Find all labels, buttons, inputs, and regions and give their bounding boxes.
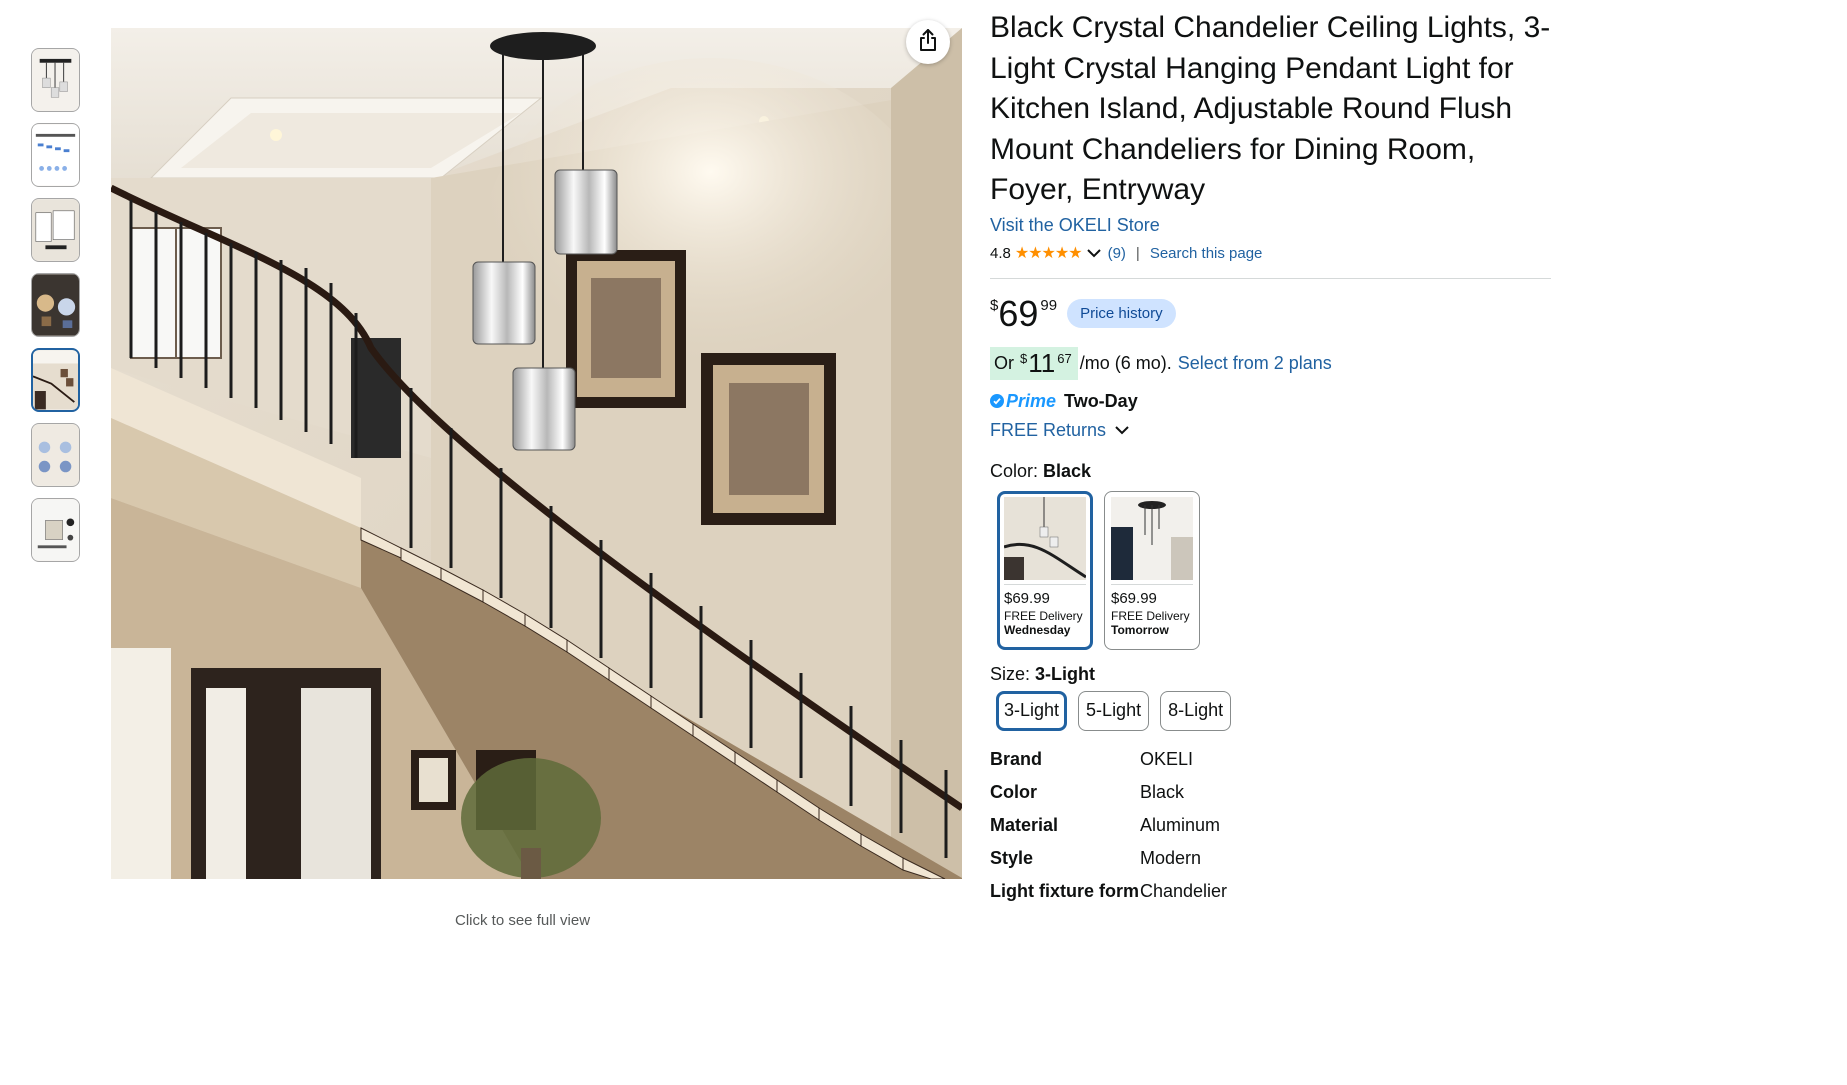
select-plans-link[interactable]: Select from 2 plans bbox=[1178, 353, 1332, 374]
swatch-divider bbox=[1004, 583, 1086, 585]
installment-or: Or bbox=[994, 352, 1014, 373]
rating-row: 4.8 ★★★★★ (9) | Search this page bbox=[990, 243, 1551, 279]
chevron-down-icon[interactable] bbox=[1086, 245, 1102, 262]
color-selected: Black bbox=[1043, 460, 1092, 481]
installment-fraction: 67 bbox=[1057, 350, 1072, 366]
free-returns-link[interactable]: FREE Returns bbox=[990, 420, 1551, 441]
spec-key: Light fixture form bbox=[990, 880, 1139, 901]
prime-label: Prime bbox=[1006, 390, 1057, 411]
check-icon bbox=[990, 394, 1004, 409]
spec-row-style: Style Modern bbox=[990, 847, 1551, 870]
color-swatches: $69.99 FREE Delivery Wednesday $69.99 FR… bbox=[990, 490, 1551, 650]
spec-value: Chandelier bbox=[1140, 880, 1228, 901]
spec-key: Material bbox=[990, 814, 1059, 835]
store-link[interactable]: Visit the OKELI Store bbox=[990, 215, 1551, 236]
spec-row-material: Material Aluminum bbox=[990, 814, 1551, 837]
divider: | bbox=[1135, 244, 1140, 262]
installment-highlight: Or $ 11 67 bbox=[990, 346, 1078, 380]
swatch-image bbox=[1004, 496, 1086, 580]
thumbnail-7[interactable] bbox=[31, 498, 80, 562]
price-symbol: $ bbox=[990, 296, 999, 314]
main-product-image[interactable] bbox=[111, 28, 962, 879]
thumbnail-2[interactable] bbox=[31, 123, 80, 187]
price-history-button[interactable]: Price history bbox=[1067, 299, 1176, 329]
thumbnail-1[interactable] bbox=[31, 48, 80, 112]
search-page-link[interactable]: Search this page bbox=[1150, 245, 1263, 262]
free-returns-label: FREE Returns bbox=[990, 419, 1107, 440]
spec-value: OKELI bbox=[1140, 748, 1194, 769]
prime-badge: Prime bbox=[990, 391, 1056, 412]
size-label: Size: bbox=[990, 663, 1031, 684]
spec-value: Black bbox=[1140, 781, 1185, 802]
spec-row-color: Color Black bbox=[990, 781, 1551, 804]
spec-key: Brand bbox=[990, 748, 1043, 769]
size-option-3-light[interactable]: 3-Light bbox=[996, 690, 1068, 731]
installment-term: /mo (6 mo). bbox=[1079, 352, 1172, 373]
thumbnail-strip bbox=[31, 48, 81, 573]
product-title: Black Crystal Chandelier Ceiling Lights,… bbox=[990, 11, 1551, 207]
delivery-speed: Two-Day bbox=[1064, 390, 1138, 411]
full-view-hint[interactable]: Click to see full view bbox=[455, 912, 590, 929]
rating-value: 4.8 bbox=[990, 244, 1011, 262]
swatch-divider bbox=[1111, 583, 1193, 585]
installment-row: Or $ 11 67 /mo (6 mo). Select from 2 pla… bbox=[990, 346, 1551, 380]
size-option-5-light[interactable]: 5-Light bbox=[1078, 690, 1150, 731]
prime-row: Prime Two-Day bbox=[990, 391, 1551, 412]
swatch-delivery: FREE Delivery bbox=[1004, 608, 1083, 623]
installment-whole: 11 bbox=[1028, 347, 1056, 378]
spec-row-light-fixture-form: Light fixture form Chandelier bbox=[990, 880, 1551, 903]
chevron-down-icon bbox=[1114, 425, 1130, 435]
color-label: Color: bbox=[990, 460, 1039, 481]
review-count-link[interactable]: (9) bbox=[1108, 245, 1126, 262]
swatch-delivery-day: Tomorrow bbox=[1111, 622, 1169, 637]
price-row: $ 69 99 Price history bbox=[990, 289, 1551, 339]
spec-key: Style bbox=[990, 847, 1034, 868]
color-swatch-2[interactable]: $69.99 FREE Delivery Tomorrow bbox=[1104, 490, 1200, 650]
thumbnail-3[interactable] bbox=[31, 198, 80, 262]
spec-value: Aluminum bbox=[1140, 814, 1221, 835]
price-whole: 69 bbox=[998, 292, 1039, 334]
spec-value: Modern bbox=[1140, 847, 1202, 868]
swatch-image bbox=[1111, 496, 1193, 580]
star-rating-icon[interactable]: ★★★★★ bbox=[1015, 243, 1083, 263]
size-variation-label: Size: 3-Light bbox=[990, 664, 1551, 685]
swatch-delivery: FREE Delivery bbox=[1111, 608, 1190, 623]
thumbnail-6[interactable] bbox=[31, 423, 80, 487]
color-swatch-1[interactable]: $69.99 FREE Delivery Wednesday bbox=[997, 490, 1093, 650]
spec-key: Color bbox=[990, 781, 1037, 802]
share-button[interactable] bbox=[906, 20, 950, 64]
product-specs: Brand OKELI Color Black Material Aluminu… bbox=[990, 748, 1551, 903]
spec-row-brand: Brand OKELI bbox=[990, 748, 1551, 771]
swatch-price: $69.99 bbox=[1111, 589, 1157, 607]
thumbnail-5[interactable] bbox=[31, 348, 80, 412]
swatch-price: $69.99 bbox=[1004, 589, 1050, 607]
installment-symbol: $ bbox=[1020, 350, 1028, 366]
thumbnail-4[interactable] bbox=[31, 273, 80, 337]
price-fraction: 99 bbox=[1040, 296, 1058, 314]
color-variation-label: Color: Black bbox=[990, 461, 1551, 482]
size-option-8-light[interactable]: 8-Light bbox=[1160, 690, 1232, 731]
swatch-delivery-day: Wednesday bbox=[1004, 622, 1071, 637]
product-details: Black Crystal Chandelier Ceiling Lights,… bbox=[990, 8, 1551, 913]
size-options: 3-Light 5-Light 8-Light bbox=[990, 690, 1551, 731]
share-icon bbox=[917, 28, 939, 57]
size-selected: 3-Light bbox=[1035, 663, 1096, 684]
